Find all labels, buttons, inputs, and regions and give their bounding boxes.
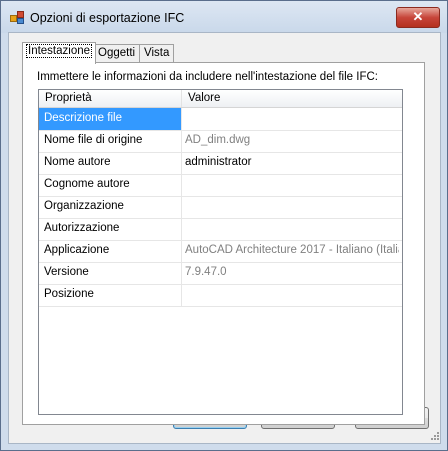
grid-row-applicazione[interactable]: Applicazione AutoCAD Architecture 2017 -… xyxy=(39,240,402,263)
grid-row-descrizione-file[interactable]: Descrizione file xyxy=(39,108,402,131)
property-value[interactable] xyxy=(182,218,399,240)
property-name[interactable]: Applicazione xyxy=(39,240,182,262)
close-button[interactable]: ✕ xyxy=(396,7,440,28)
property-name[interactable]: Descrizione file xyxy=(39,108,182,130)
close-icon: ✕ xyxy=(412,9,424,24)
property-grid[interactable]: Proprietà Valore Descrizione file Nome f… xyxy=(38,89,403,415)
grid-header: Proprietà Valore xyxy=(39,90,402,108)
property-value: 7.9.47.0 xyxy=(185,266,227,278)
dialog-client-area: Intestazione Oggetti Vista Immettere le … xyxy=(8,32,441,444)
tab-panel-intestazione: Immettere le informazioni da includere n… xyxy=(22,62,425,425)
title-bar[interactable]: Opzioni di esportazione IFC ✕ xyxy=(1,1,447,33)
grid-row-nome-file-di-origine[interactable]: Nome file di origine AD_dim.dwg xyxy=(39,130,402,153)
property-value: AD_dim.dwg xyxy=(185,134,251,146)
property-name[interactable]: Nome file di origine xyxy=(39,130,182,152)
property-value[interactable] xyxy=(182,196,399,218)
property-name[interactable]: Posizione xyxy=(39,284,182,306)
column-header-value[interactable]: Valore xyxy=(182,90,402,107)
grid-row-nome-autore[interactable]: Nome autore administrator xyxy=(39,152,402,175)
property-name[interactable]: Organizzazione xyxy=(39,196,182,218)
property-value[interactable]: administrator xyxy=(182,152,399,174)
tab-intestazione-label: Intestazione xyxy=(25,44,93,58)
property-name[interactable]: Versione xyxy=(39,262,182,284)
column-header-property[interactable]: Proprietà xyxy=(39,90,182,107)
window-title: Opzioni di esportazione IFC xyxy=(30,11,185,25)
property-name[interactable]: Cognome autore xyxy=(39,174,182,196)
property-value: AutoCAD Architecture 2017 - Italiano (It… xyxy=(185,244,399,256)
property-name[interactable]: Autorizzazione xyxy=(39,218,182,240)
tab-vista[interactable]: Vista xyxy=(139,44,175,63)
tab-intestazione[interactable]: Intestazione xyxy=(22,42,97,64)
property-name[interactable]: Nome autore xyxy=(39,152,182,174)
instructions-text: Immettere le informazioni da includere n… xyxy=(37,71,378,83)
tab-oggetti-label: Oggetti xyxy=(98,47,136,59)
grid-row-autorizzazione[interactable]: Autorizzazione xyxy=(39,218,402,241)
grid-row-cognome-autore[interactable]: Cognome autore xyxy=(39,174,402,197)
app-icon[interactable] xyxy=(10,11,24,24)
property-value[interactable] xyxy=(182,174,399,196)
property-value[interactable] xyxy=(182,284,399,306)
tab-vista-label: Vista xyxy=(144,47,170,59)
resize-grip-icon[interactable] xyxy=(428,431,439,442)
dialog-window: Opzioni di esportazione IFC ✕ Intestazio… xyxy=(0,0,448,451)
grid-row-versione[interactable]: Versione 7.9.47.0 xyxy=(39,262,402,285)
grid-row-posizione[interactable]: Posizione xyxy=(39,284,402,307)
property-value[interactable] xyxy=(182,108,399,130)
tab-oggetti[interactable]: Oggetti xyxy=(93,44,141,63)
grid-row-organizzazione[interactable]: Organizzazione xyxy=(39,196,402,219)
